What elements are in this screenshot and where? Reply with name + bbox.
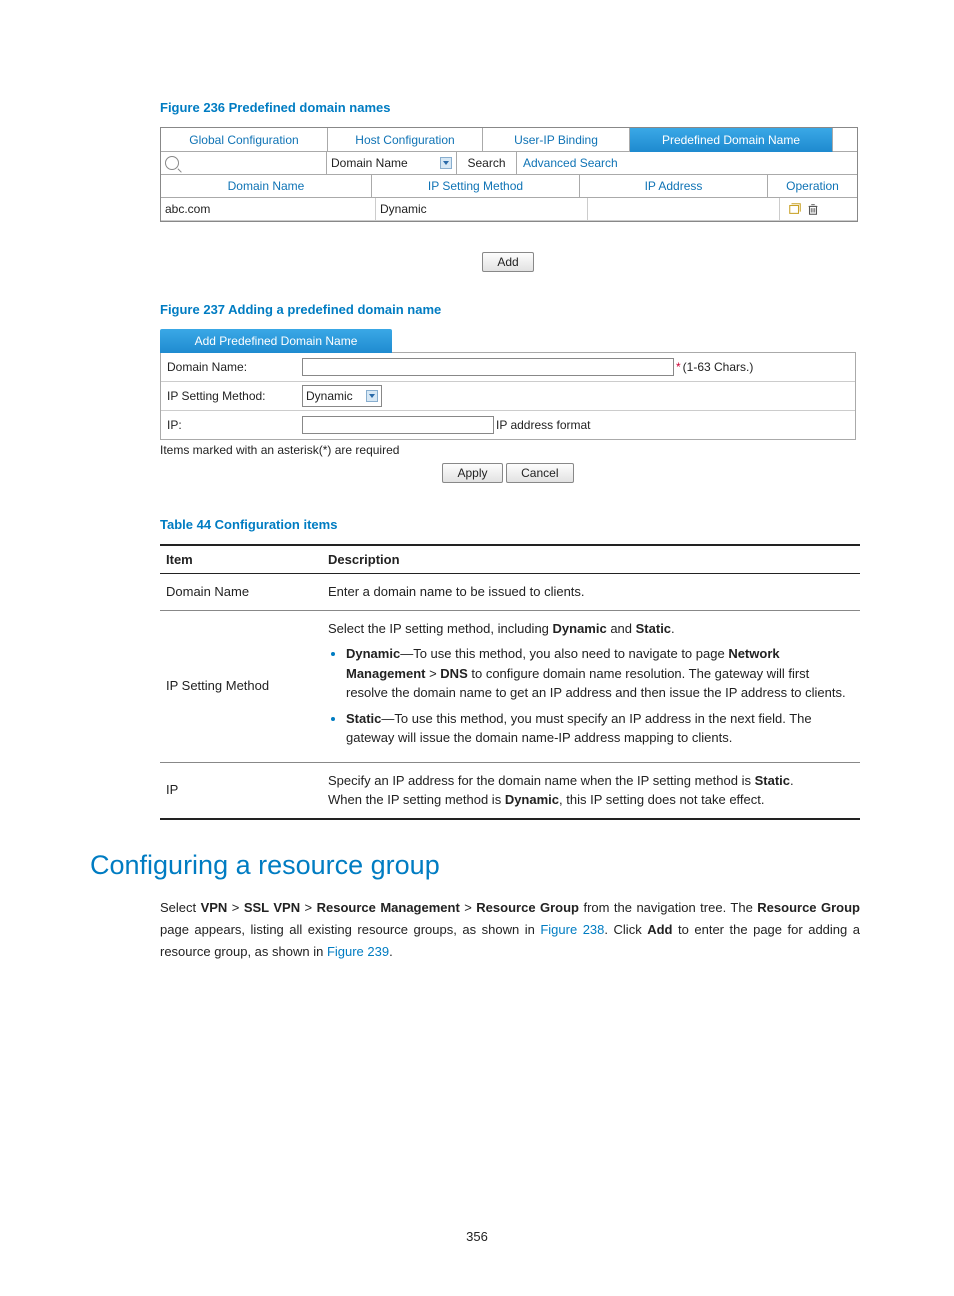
section-paragraph: Select VPN > SSL VPN > Resource Manageme… (160, 897, 860, 963)
cell-domain: abc.com (161, 198, 376, 220)
list-item: Dynamic—To use this method, you also nee… (346, 644, 854, 703)
table-row: IP Setting Method Select the IP setting … (160, 610, 860, 762)
search-row: Domain Name Search Advanced Search (161, 152, 857, 175)
col-ip: IP Address (580, 175, 768, 197)
input-ip[interactable] (302, 416, 494, 434)
cell-desc: Enter a domain name to be issued to clie… (322, 574, 860, 611)
label-domain-name: Domain Name: (167, 360, 302, 374)
cell-desc: Select the IP setting method, including … (322, 610, 860, 762)
apply-button[interactable]: Apply (442, 463, 502, 483)
link-figure-239[interactable]: Figure 239 (327, 944, 389, 959)
table-row: Domain Name Enter a domain name to be is… (160, 574, 860, 611)
cell-method: Dynamic (376, 198, 588, 220)
chevron-down-icon (440, 157, 452, 169)
search-input-cell[interactable] (161, 152, 327, 174)
tab-host-config[interactable]: Host Configuration (328, 128, 483, 152)
link-figure-238[interactable]: Figure 238 (540, 922, 604, 937)
tab-user-ip-binding[interactable]: User-IP Binding (483, 128, 630, 152)
col-domain: Domain Name (161, 175, 372, 197)
figure-237-caption: Figure 237 Adding a predefined domain na… (160, 302, 864, 317)
tab-spacer (833, 128, 857, 152)
search-field-value: Domain Name (331, 156, 408, 170)
cell-operation (780, 198, 857, 220)
add-button[interactable]: Add (482, 252, 533, 272)
table-row: abc.com Dynamic (161, 198, 857, 221)
table-44-caption: Table 44 Configuration items (160, 517, 864, 532)
cancel-button[interactable]: Cancel (506, 463, 573, 483)
cell-item: Domain Name (160, 574, 322, 611)
edit-icon[interactable] (788, 202, 802, 216)
col-method: IP Setting Method (372, 175, 580, 197)
table-row: IP Specify an IP address for the domain … (160, 762, 860, 819)
tab-add-predefined[interactable]: Add Predefined Domain Name (160, 329, 392, 353)
trash-icon[interactable] (806, 202, 820, 216)
advanced-search-link[interactable]: Advanced Search (517, 152, 857, 174)
tab-global-config[interactable]: Global Configuration (161, 128, 328, 152)
page-number: 356 (0, 1229, 954, 1244)
figure-237-ui: Add Predefined Domain Name Domain Name: … (160, 329, 856, 487)
search-button[interactable]: Search (457, 152, 517, 174)
tab-predefined-domain[interactable]: Predefined Domain Name (630, 128, 833, 152)
figure-236-caption: Figure 236 Predefined domain names (160, 100, 864, 115)
cell-item: IP Setting Method (160, 610, 322, 762)
select-ip-method-value: Dynamic (306, 389, 353, 403)
th-item: Item (160, 545, 322, 574)
label-ip-method: IP Setting Method: (167, 389, 302, 403)
label-ip: IP: (167, 418, 302, 432)
required-asterisk: * (674, 360, 681, 374)
table-44: Item Description Domain Name Enter a dom… (160, 544, 860, 820)
select-ip-method[interactable]: Dynamic (302, 385, 382, 407)
cell-desc: Specify an IP address for the domain nam… (322, 762, 860, 819)
form-buttons: Apply Cancel (160, 463, 856, 487)
required-note: Items marked with an asterisk(*) are req… (160, 440, 856, 463)
row-ip: IP: IP address format (161, 411, 855, 439)
th-desc: Description (322, 545, 860, 574)
cell-item: IP (160, 762, 322, 819)
row-ip-method: IP Setting Method: Dynamic (161, 382, 855, 411)
cell-ip (588, 198, 780, 220)
ip-hint: IP address format (494, 418, 591, 432)
row-domain-name: Domain Name: *(1-63 Chars.) (161, 353, 855, 382)
input-domain-name[interactable] (302, 358, 674, 376)
domain-hint: (1-63 Chars.) (681, 360, 754, 374)
add-button-row: Add (160, 252, 856, 272)
tab-spacer-2 (392, 329, 856, 353)
search-icon (165, 156, 179, 170)
tabs-row: Global Configuration Host Configuration … (161, 128, 857, 152)
figure-236-ui: Global Configuration Host Configuration … (160, 127, 858, 222)
section-heading: Configuring a resource group (90, 850, 864, 881)
search-field-select[interactable]: Domain Name (327, 152, 457, 174)
chevron-down-icon (366, 390, 378, 402)
method-list: Dynamic—To use this method, you also nee… (328, 644, 854, 748)
list-item: Static—To use this method, you must spec… (346, 709, 854, 748)
grid-header: Domain Name IP Setting Method IP Address… (161, 175, 857, 198)
col-operation: Operation (768, 175, 857, 197)
